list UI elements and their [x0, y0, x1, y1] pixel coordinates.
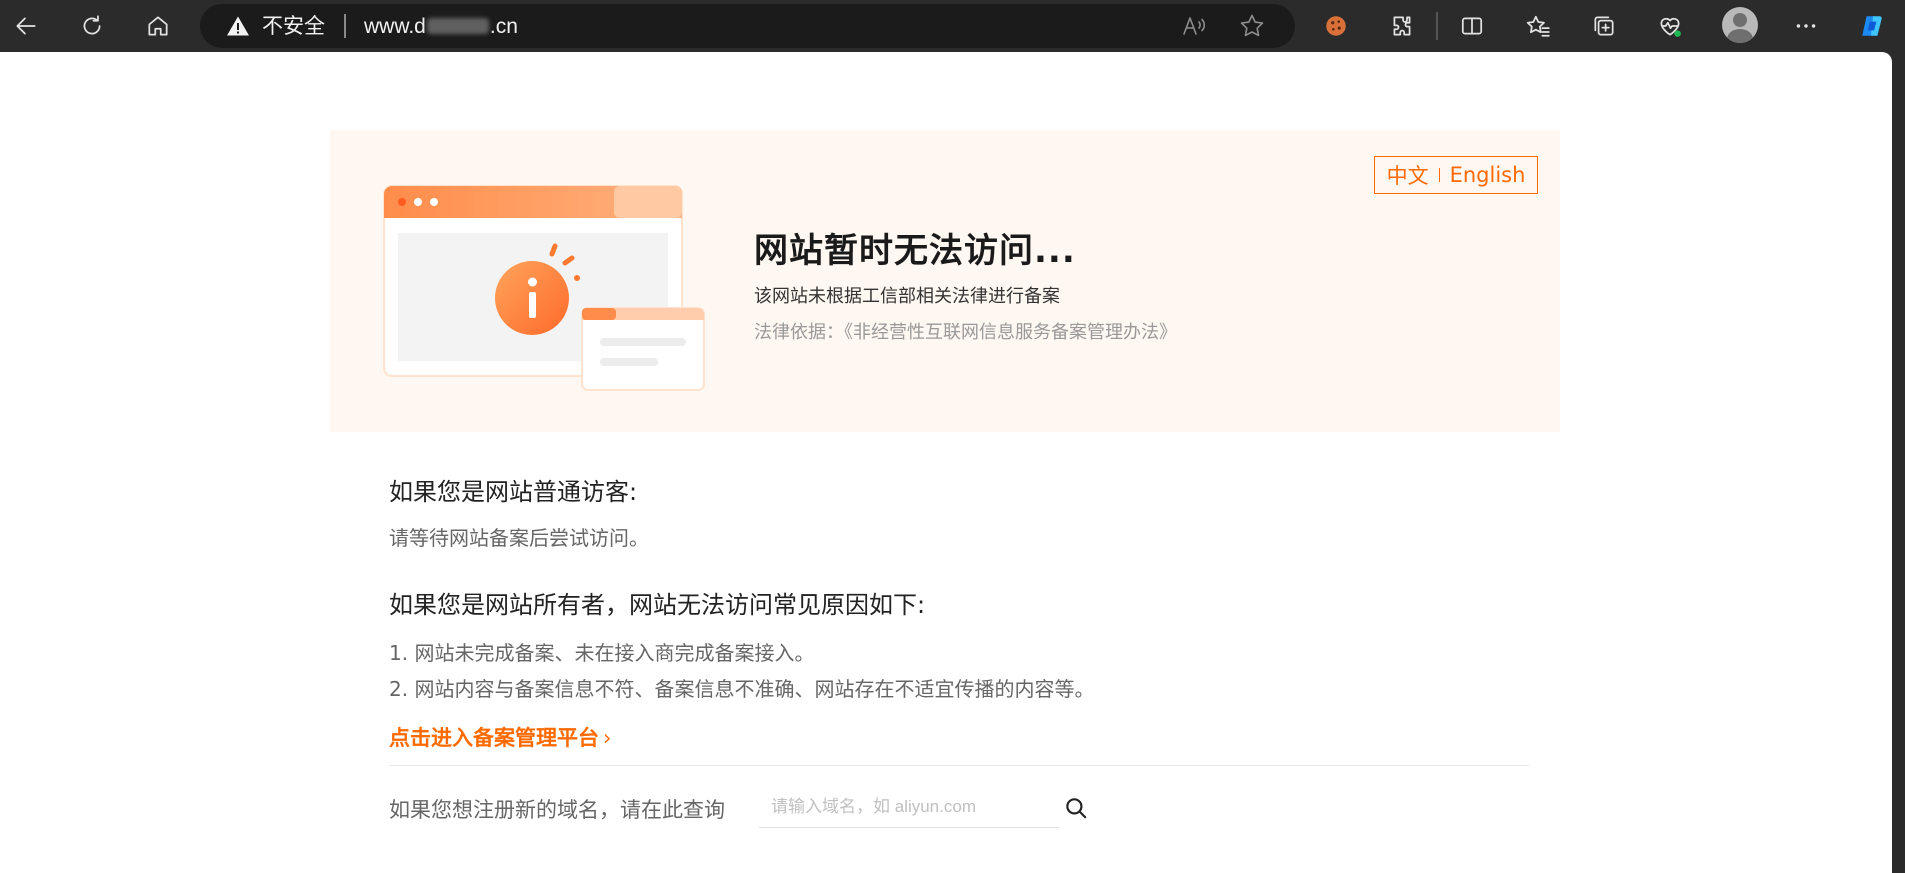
beian-platform-link[interactable]: 点击进入备案管理平台 › [389, 722, 611, 752]
reason-item: 2. 网站内容与备案信息不符、备案信息不准确、网站存在不适宜传播的内容等。 [389, 677, 1095, 701]
notice-description: 该网站未根据工信部相关法律进行备案 [754, 286, 1060, 307]
url-text[interactable]: www.d .cn [364, 15, 518, 39]
browser-essentials-icon [1660, 17, 1681, 37]
beian-link-text: 点击进入备案管理平台 [389, 726, 599, 750]
notice-banner: 中文 English 网站暂时无法访问... 该网站未根据工信部相关法律进行备案… [330, 130, 1560, 432]
home-icon [148, 16, 168, 36]
domain-search-label: 如果您想注册新的域名，请在此查询 [389, 798, 725, 822]
lang-english-button[interactable]: English [1450, 163, 1526, 187]
page-title: 网站暂时无法访问... [754, 231, 1076, 271]
browser-essentials-button[interactable] [1650, 6, 1690, 46]
extensions-button[interactable] [1382, 6, 1422, 46]
split-screen-button[interactable] [1452, 6, 1492, 46]
collections-button[interactable] [1584, 6, 1624, 46]
favorites-button[interactable] [1518, 6, 1558, 46]
back-icon [16, 17, 36, 35]
legal-basis: 法律依据：《非经营性互联网信息服务备案管理办法》 [754, 322, 1177, 343]
cookie-button[interactable] [1316, 6, 1356, 46]
owner-heading: 如果您是网站所有者，网站无法访问常见原因如下: [389, 591, 926, 619]
address-bar[interactable]: 不安全 www.d .cn [200, 4, 1295, 48]
url-suffix: .cn [489, 15, 518, 38]
profile-avatar[interactable] [1722, 7, 1758, 43]
back-button[interactable] [6, 6, 46, 46]
extensions-icon [1393, 16, 1411, 36]
copilot-icon [1862, 16, 1882, 36]
visitor-text: 请等待网站备案后尝试访问。 [389, 526, 649, 550]
browser-info-illustration [383, 185, 705, 391]
more-icon [1796, 24, 1816, 28]
split-screen-icon [1461, 17, 1483, 35]
favorites-icon [1526, 15, 1550, 37]
url-prefix: www.d [364, 15, 426, 38]
read-aloud-icon[interactable] [1180, 12, 1208, 40]
toolbar-divider [1436, 12, 1438, 40]
search-icon [1066, 798, 1087, 819]
chevron-right-icon: › [603, 726, 612, 750]
domain-search-input[interactable] [759, 786, 1059, 828]
refresh-icon [83, 15, 101, 35]
security-label[interactable]: 不安全 [262, 14, 325, 38]
url-redacted [426, 18, 489, 34]
profile-icon [1733, 13, 1747, 27]
profile-body [1727, 29, 1753, 43]
favorite-star-icon[interactable] [1238, 12, 1266, 40]
visitor-heading: 如果您是网站普通访客: [389, 478, 638, 506]
collections-icon [1594, 16, 1614, 36]
more-button[interactable] [1786, 6, 1826, 46]
language-switch: 中文 English [1374, 156, 1538, 194]
warning-icon[interactable] [226, 14, 250, 38]
home-button[interactable] [138, 6, 178, 46]
browser-toolbar: 不安全 www.d .cn [0, 0, 1905, 52]
lang-divider [1438, 168, 1440, 182]
address-divider [344, 14, 346, 38]
lang-chinese-button[interactable]: 中文 [1387, 160, 1429, 190]
window-edge [1892, 52, 1905, 873]
refresh-button[interactable] [72, 6, 112, 46]
cookie-icon [1326, 16, 1346, 36]
domain-search-button[interactable] [1059, 791, 1093, 825]
reason-item: 1. 网站未完成备案、未在接入商完成备案接入。 [389, 641, 815, 665]
section-divider [389, 765, 1529, 766]
page-content: 中文 English 网站暂时无法访问... 该网站未根据工信部相关法律进行备案… [0, 52, 1892, 873]
copilot-button[interactable] [1852, 6, 1892, 46]
